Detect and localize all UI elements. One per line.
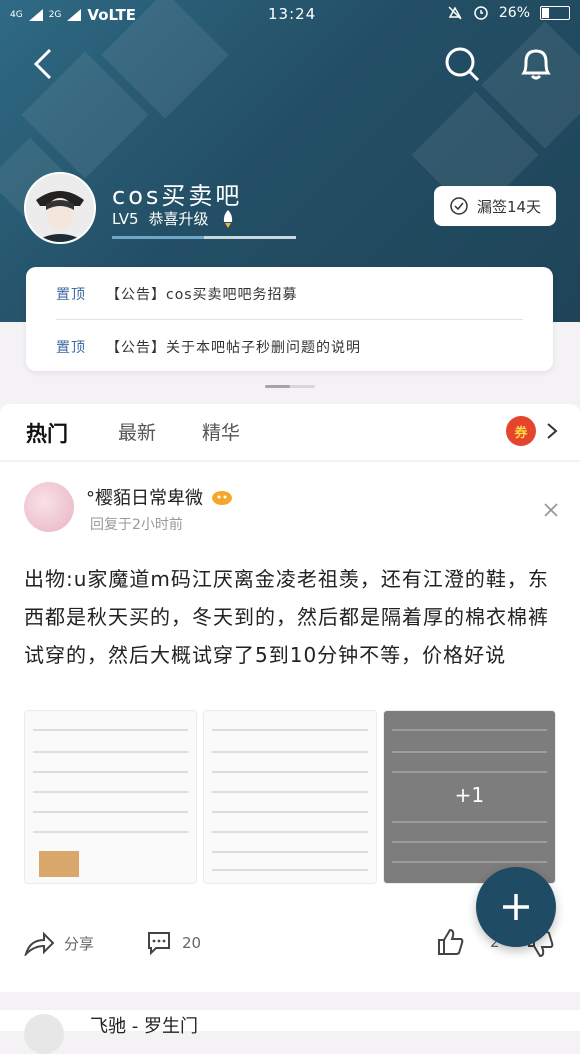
post-meta: 回复于2小时前 [90, 517, 183, 533]
signal-icon [67, 9, 82, 21]
forum-avatar-image [26, 174, 94, 242]
pager-active [265, 385, 290, 388]
signal-2g: 2G [48, 10, 62, 20]
checkin-button[interactable]: 漏签14天 [434, 186, 556, 226]
chevron-right-icon [547, 423, 558, 439]
post-image[interactable] [24, 710, 198, 884]
back-arrow-icon [33, 48, 52, 80]
signal-icon [28, 9, 43, 21]
divider [56, 319, 523, 320]
author-name[interactable]: °樱貊日常卑微 [86, 484, 203, 510]
search-icon [445, 47, 480, 82]
badge-icon [212, 491, 232, 505]
share-button[interactable]: 分享 [24, 930, 94, 956]
battery-icon [540, 6, 570, 20]
pinned-post[interactable]: 置顶 【公告】cos买卖吧吧务招募 [56, 284, 298, 304]
next-post-card[interactable]: 飞驰 - 罗生门 [0, 1010, 580, 1054]
pinned-post-title: 【公告】关于本吧帖子秒删问题的说明 [106, 340, 361, 356]
checkin-icon [450, 197, 468, 215]
level-progress-fill [112, 236, 204, 239]
coupon-entry[interactable]: 券 [506, 416, 558, 446]
pager-indicator [265, 385, 315, 388]
post-image[interactable] [203, 710, 377, 884]
tab-latest[interactable]: 最新 [118, 418, 156, 445]
thumbs-up-icon [438, 928, 464, 955]
pin-tag: 置顶 [56, 287, 86, 303]
author-row: °樱貊日常卑微 [86, 484, 233, 510]
battery-percent: 26% [498, 5, 530, 21]
share-label: 分享 [64, 934, 95, 953]
pinned-posts-card: 置顶 【公告】cos买卖吧吧务招募 置顶 【公告】关于本吧帖子秒删问题的说明 [26, 267, 553, 371]
post-body[interactable]: 出物:u家魔道m码江厌离金凌老祖羡，还有江澄的鞋，东西都是秋天买的，冬天到的，然… [24, 560, 554, 674]
level-label: LV5 [112, 209, 139, 228]
mute-icon [448, 6, 462, 20]
volte-label: VoLTE [87, 6, 137, 24]
plus-icon [503, 894, 529, 920]
author-avatar[interactable] [24, 482, 74, 532]
comment-count: 20 [182, 934, 202, 952]
dismiss-button[interactable] [544, 498, 558, 522]
post-image-more[interactable]: +1 [382, 710, 556, 884]
coupon-icon: 券 [506, 416, 536, 446]
comment-button[interactable]: 20 [146, 930, 201, 956]
alarm-icon [474, 6, 488, 20]
pinned-post[interactable]: 置顶 【公告】关于本吧帖子秒删问题的说明 [56, 337, 361, 357]
close-icon [544, 503, 558, 517]
forum-level: LV5 恭喜升级 [112, 208, 237, 229]
pinned-post-title: 【公告】cos买卖吧吧务招募 [106, 287, 298, 303]
checkin-label: 漏签14天 [476, 197, 542, 216]
level-progress-bar [112, 236, 296, 239]
clock: 13:24 [268, 5, 317, 23]
forum-title: cos买卖吧 [112, 182, 243, 210]
more-images-count: +1 [454, 783, 485, 807]
status-bar: 4G 2G VoLTE 13:24 26% [0, 0, 580, 30]
level-name: 恭喜升级 [148, 210, 209, 228]
notification-button[interactable] [518, 46, 554, 86]
tab-hot[interactable]: 热门 [26, 418, 68, 448]
pin-tag: 置顶 [56, 340, 86, 356]
forum-avatar[interactable] [24, 172, 96, 244]
battery-fill [542, 8, 550, 18]
share-icon [24, 931, 54, 956]
comment-icon [148, 932, 170, 956]
rocket-icon [223, 209, 232, 228]
post-images: +1 [24, 710, 556, 884]
tab-featured[interactable]: 精华 [202, 418, 240, 445]
author-avatar[interactable] [24, 1014, 64, 1054]
bell-icon [521, 49, 551, 80]
signal-4g: 4G [10, 10, 23, 20]
new-post-button[interactable] [476, 867, 556, 947]
search-button[interactable] [444, 46, 480, 86]
back-button[interactable] [30, 48, 58, 84]
author-name[interactable]: 飞驰 - 罗生门 [90, 1012, 198, 1038]
post-tabs: 热门 最新 精华 券 [0, 404, 580, 460]
